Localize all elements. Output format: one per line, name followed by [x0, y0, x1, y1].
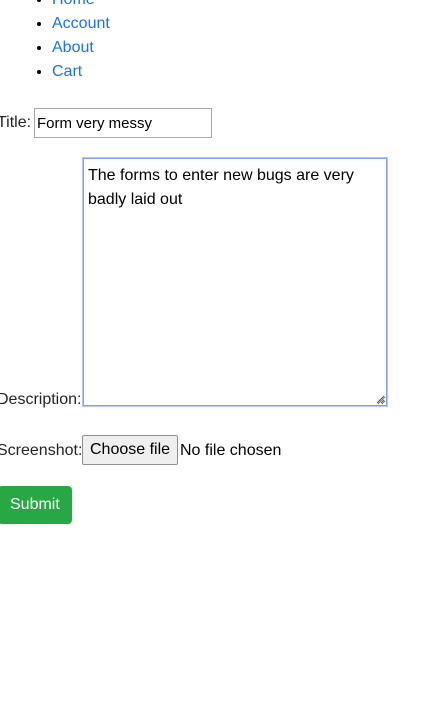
nav-link-account[interactable]: Account [52, 15, 110, 32]
description-label: Description: [0, 391, 82, 408]
choose-file-button[interactable]: Choose file [82, 435, 179, 465]
nav-link-cart[interactable]: Cart [52, 63, 82, 80]
bug-report-page: Home Account About Cart Title: Descripti… [0, 0, 439, 720]
nav-item-about: About [52, 36, 110, 60]
description-textarea[interactable]: The forms to enter new bugs are very bad… [83, 158, 387, 406]
nav-link-about[interactable]: About [52, 39, 94, 56]
nav-item-cart: Cart [52, 60, 110, 84]
screenshot-label: Screenshot: [0, 442, 83, 459]
title-input[interactable] [34, 108, 212, 138]
nav-item-home: Home [52, 0, 110, 12]
submit-button[interactable]: Submit [0, 486, 72, 524]
nav-link-home[interactable]: Home [52, 0, 95, 8]
title-label: Title: [0, 114, 32, 131]
nav-list: Home Account About Cart [0, 0, 110, 84]
nav-item-account: Account [52, 12, 110, 36]
file-status-text: No file chosen [180, 442, 282, 459]
